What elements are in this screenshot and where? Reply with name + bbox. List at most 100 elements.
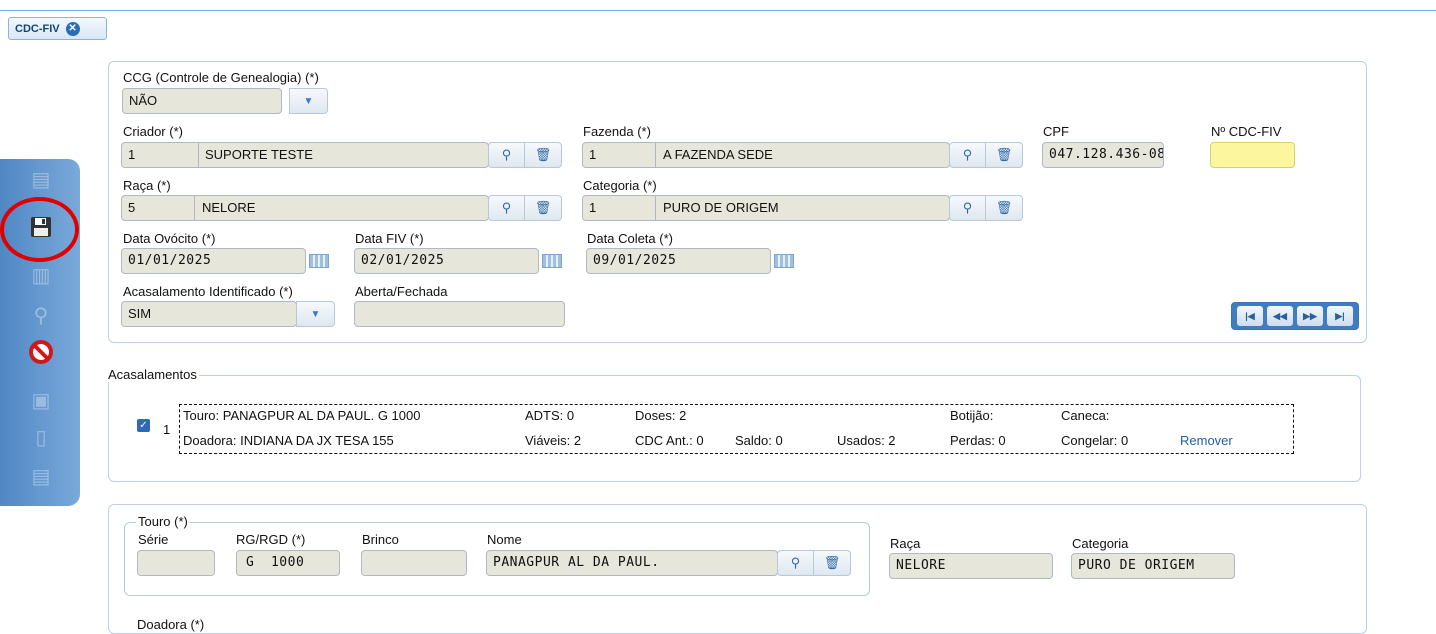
rg-input[interactable]: G 1000 <box>236 550 340 576</box>
fazenda-search-button[interactable]: ⚲ <box>949 142 986 168</box>
fazenda-name: A FAZENDA SEDE <box>663 147 773 162</box>
ccg-label: CCG (Controle de Genealogia) (*) <box>123 70 319 85</box>
search-icon: ⚲ <box>962 147 973 162</box>
acasalamento-identificado-select[interactable]: SIM <box>121 301 297 327</box>
calendar-icon[interactable] <box>773 252 795 270</box>
caneca-info: Caneca: <box>1061 408 1110 423</box>
categoria-code: 1 <box>589 200 597 215</box>
trash-icon: 🗑 <box>995 147 1013 162</box>
doadora-title: Doadora (*) <box>137 617 205 632</box>
data-fiv-label: Data FIV (*) <box>355 231 424 246</box>
serie-input[interactable] <box>137 550 215 576</box>
cpf-label: CPF <box>1043 124 1069 139</box>
doadora-info: Doadora: INDIANA DA JX TESA 155 <box>183 433 394 448</box>
brinco-input[interactable] <box>361 550 467 576</box>
cdc-ant-info: CDC Ant.: 0 <box>635 433 704 448</box>
calendar-icon[interactable] <box>308 252 330 270</box>
serie-label: Série <box>138 532 169 547</box>
ccg-dropdown-button[interactable]: ▼ <box>289 88 328 114</box>
aberta-fechada-field[interactable] <box>354 301 565 327</box>
data-ovocito-input[interactable]: 01/01/2025 <box>121 248 306 274</box>
nome-label: Nome <box>487 532 522 547</box>
criador-name: SUPORTE TESTE <box>205 147 313 162</box>
doses-info: Doses: 2 <box>635 408 687 423</box>
touro-clear-button[interactable]: 🗑 <box>814 550 851 576</box>
aberta-fechada-label: Aberta/Fechada <box>355 284 448 299</box>
touro-categoria-label: Categoria <box>1072 536 1129 551</box>
cancel-icon[interactable] <box>25 336 57 368</box>
data-ovocito-label: Data Ovócito (*) <box>123 231 216 246</box>
acasalamentos-title: Acasalamentos <box>106 367 199 382</box>
raca-name: NELORE <box>202 200 256 215</box>
usados-info: Usados: 2 <box>837 433 896 448</box>
trash-icon: 🗑 <box>995 200 1013 215</box>
criador-clear-button[interactable]: 🗑 <box>525 142 562 168</box>
data-coleta-input[interactable]: 09/01/2025 <box>586 248 771 274</box>
viaveis-info: Viáveis: 2 <box>525 433 582 448</box>
raca-field[interactable]: 5 NELORE <box>121 195 489 221</box>
tab-cdc-fiv[interactable]: CDC-FIV ✕ <box>8 17 107 40</box>
cpf-field[interactable]: 047.128.436-08 <box>1042 142 1164 168</box>
touro-raca-label: Raça <box>890 536 921 551</box>
acasalamento-row: Touro: PANAGPUR AL DA PAUL. G 1000 ADTS:… <box>179 404 1294 454</box>
close-circle-icon[interactable]: ✕ <box>65 21 80 36</box>
raca-code: 5 <box>128 200 136 215</box>
trash-icon: 🗑 <box>534 200 552 215</box>
remover-link[interactable]: Remover <box>1180 433 1233 448</box>
touro-search-button[interactable]: ⚲ <box>777 550 814 576</box>
raca-clear-button[interactable]: 🗑 <box>525 195 562 221</box>
touro-title: Touro (*) <box>136 514 190 529</box>
delete-icon[interactable]: ▥ <box>25 259 57 291</box>
search-icon: ⚲ <box>501 200 512 215</box>
ccg-select[interactable]: NÃO <box>122 88 282 114</box>
search-icon[interactable]: ⚲ <box>25 299 57 331</box>
search-icon: ⚲ <box>501 147 512 162</box>
nome-field[interactable]: PANAGPUR AL DA PAUL. <box>486 550 778 576</box>
touro-categoria-field[interactable]: PURO DE ORIGEM <box>1071 553 1235 579</box>
perdas-info: Perdas: 0 <box>950 433 1006 448</box>
categoria-field[interactable]: 1 PURO DE ORIGEM <box>582 195 950 221</box>
data-coleta-label: Data Coleta (*) <box>587 231 673 246</box>
saldo-info: Saldo: 0 <box>735 433 783 448</box>
criador-search-button[interactable]: ⚲ <box>488 142 525 168</box>
top-border <box>0 10 1436 11</box>
acasalamento-index: 1 <box>163 422 171 437</box>
touro-raca-field[interactable]: NELORE <box>889 553 1053 579</box>
export-icon[interactable]: ▤ <box>25 460 57 492</box>
fazenda-field[interactable]: 1 A FAZENDA SEDE <box>582 142 950 168</box>
trash-icon: 🗑 <box>534 147 552 162</box>
rg-label: RG/RGD (*) <box>236 532 306 547</box>
brinco-label: Brinco <box>362 532 399 547</box>
acasalamento-checkbox[interactable]: ✓ <box>137 419 150 432</box>
fazenda-clear-button[interactable]: 🗑 <box>986 142 1023 168</box>
criador-field[interactable]: 1 SUPORTE TESTE <box>121 142 489 168</box>
criador-code: 1 <box>128 147 136 162</box>
pdf-icon[interactable]: ▣ <box>25 384 57 416</box>
acasalamento-dropdown-button[interactable]: ▼ <box>296 301 335 327</box>
adts-info: ADTS: 0 <box>525 408 575 423</box>
touro-info: Touro: PANAGPUR AL DA PAUL. G 1000 <box>183 408 421 423</box>
congelar-info: Congelar: 0 <box>1061 433 1129 448</box>
print-icon[interactable]: ▯ <box>25 421 57 453</box>
categoria-clear-button[interactable]: 🗑 <box>986 195 1023 221</box>
acasalamento-identificado-label: Acasalamento Identificado (*) <box>123 284 293 299</box>
next-record-icon[interactable]: ▶▶ <box>1297 306 1323 326</box>
fazenda-label: Fazenda (*) <box>583 124 651 139</box>
criador-label: Criador (*) <box>123 124 183 139</box>
raca-search-button[interactable]: ⚲ <box>488 195 525 221</box>
first-record-icon[interactable]: |◀ <box>1237 306 1263 326</box>
previous-record-icon[interactable]: ◀◀ <box>1267 306 1293 326</box>
categoria-search-button[interactable]: ⚲ <box>949 195 986 221</box>
data-fiv-input[interactable]: 02/01/2025 <box>354 248 539 274</box>
new-document-icon[interactable]: ▤ <box>25 163 57 195</box>
chevron-down-icon: ▼ <box>310 308 321 320</box>
search-icon: ⚲ <box>962 200 973 215</box>
record-navigator: |◀ ◀◀ ▶▶ ▶| <box>1231 302 1359 330</box>
botijao-info: Botijão: <box>950 408 994 423</box>
last-record-icon[interactable]: ▶| <box>1327 306 1353 326</box>
highlight-circle-annotation <box>0 197 79 262</box>
calendar-icon[interactable] <box>541 252 563 270</box>
numero-cdc-fiv-input[interactable] <box>1210 142 1295 168</box>
search-icon: ⚲ <box>790 555 801 570</box>
fazenda-code: 1 <box>589 147 597 162</box>
